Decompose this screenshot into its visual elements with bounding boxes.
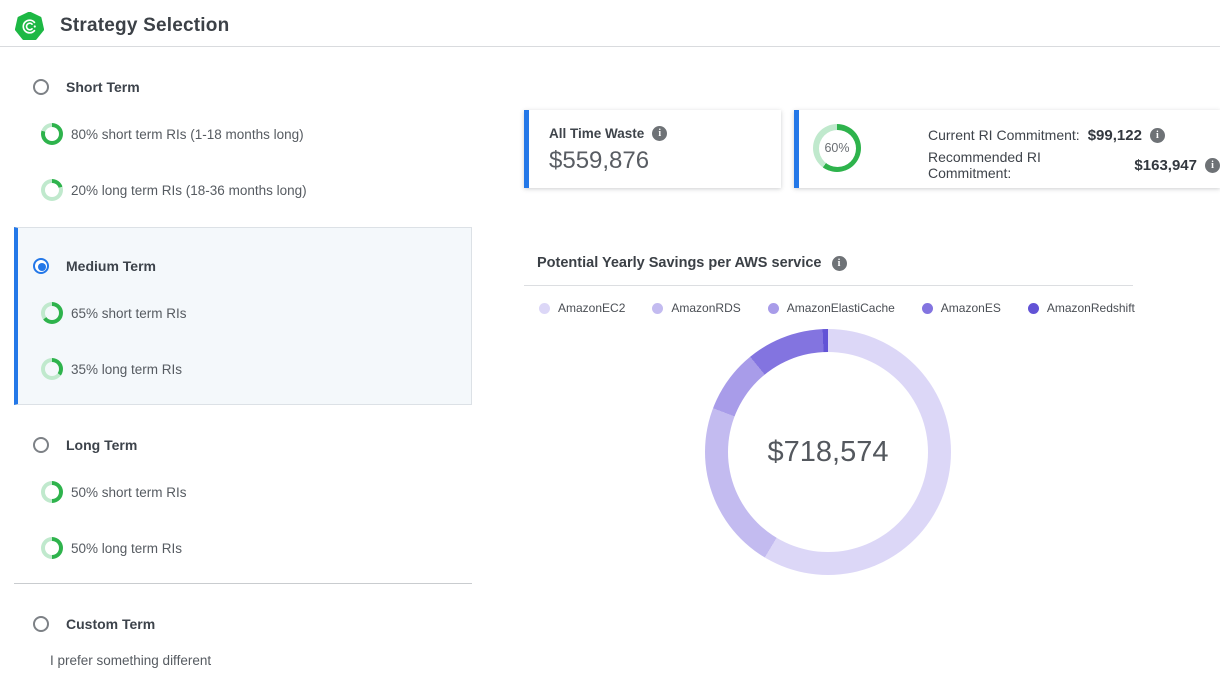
current-ri-value: $99,122 — [1088, 127, 1142, 144]
savings-donut-chart[interactable]: $718,574 — [705, 329, 951, 575]
commitment-percent-ring: 60% — [813, 124, 861, 172]
cloudcheckr-logo-icon — [15, 12, 44, 41]
legend-item[interactable]: AmazonRDS — [652, 301, 740, 315]
strategy-sub-item: 80% short term RIs (1-18 months long) — [41, 123, 304, 145]
strategy-sub-item: 65% short term RIs — [41, 302, 187, 324]
legend-label: AmazonElastiCache — [787, 301, 895, 315]
legend-dot-icon — [922, 303, 933, 314]
strategy-option-short-term[interactable]: Short Term — [33, 79, 140, 95]
all-time-waste-value: $559,876 — [549, 147, 649, 175]
strategy-option-medium-term-panel[interactable]: Medium Term 65% short term RIs 35% long … — [14, 227, 472, 405]
radio-medium-term[interactable] — [33, 258, 49, 274]
card-title: All Time Waste — [549, 126, 644, 141]
strategy-sub-item: 50% long term RIs — [41, 537, 182, 559]
strategy-label: Medium Term — [66, 258, 156, 274]
info-icon[interactable]: i — [1150, 128, 1165, 143]
chart-title: Potential Yearly Savings per AWS service — [537, 255, 822, 271]
radio-long-term[interactable] — [33, 437, 49, 453]
strategy-sub-item: 35% long term RIs — [41, 358, 182, 380]
ri-commitment-card: 60% Current RI Commitment: $99,122 i Rec… — [794, 110, 1220, 188]
radio-custom-term[interactable] — [33, 616, 49, 632]
recommended-ri-commitment-row: Recommended RI Commitment: $163,947 i — [928, 155, 1220, 175]
legend-label: AmazonRDS — [671, 301, 740, 315]
page-header: Strategy Selection — [0, 0, 1220, 47]
legend-item[interactable]: AmazonElastiCache — [768, 301, 895, 315]
sub-item-label: 35% long term RIs — [71, 362, 182, 377]
legend-label: AmazonRedshift — [1047, 301, 1135, 315]
strategy-selection-page: Strategy Selection Short Term 80% short … — [0, 0, 1220, 691]
info-icon[interactable]: i — [1205, 158, 1220, 173]
current-ri-commitment-row: Current RI Commitment: $99,122 i — [928, 125, 1165, 145]
strategy-sub-item: 20% long term RIs (18-36 months long) — [41, 179, 307, 201]
current-ri-label: Current RI Commitment: — [928, 127, 1080, 143]
legend-item[interactable]: AmazonES — [922, 301, 1001, 315]
section-divider — [14, 583, 472, 584]
all-time-waste-card: All Time Waste i $559,876 — [524, 110, 781, 188]
recommended-ri-value: $163,947 — [1134, 157, 1197, 174]
chart-legend: AmazonEC2 AmazonRDS AmazonElastiCache Amazo… — [539, 301, 1135, 315]
sub-item-label: 50% long term RIs — [71, 541, 182, 556]
strategy-sub-item: 50% short term RIs — [41, 481, 187, 503]
info-icon[interactable]: i — [652, 126, 667, 141]
strategy-option-medium-term[interactable]: Medium Term — [33, 258, 156, 274]
legend-dot-icon — [768, 303, 779, 314]
strategy-label: Custom Term — [66, 616, 155, 632]
strategy-label: Long Term — [66, 437, 137, 453]
percent-ring-icon — [41, 537, 63, 559]
percent-ring-icon — [41, 123, 63, 145]
legend-label: AmazonEC2 — [558, 301, 625, 315]
custom-term-description: I prefer something different — [50, 653, 211, 668]
percent-ring-icon — [41, 358, 63, 380]
sub-item-label: 80% short term RIs (1-18 months long) — [71, 127, 304, 142]
legend-dot-icon — [539, 303, 550, 314]
sub-item-label: 20% long term RIs (18-36 months long) — [71, 183, 307, 198]
percent-ring-icon — [41, 481, 63, 503]
percent-ring-icon — [41, 302, 63, 324]
strategy-option-long-term[interactable]: Long Term — [33, 437, 137, 453]
strategy-option-custom-term[interactable]: Custom Term — [33, 616, 155, 632]
recommended-ri-label: Recommended RI Commitment: — [928, 149, 1126, 181]
sub-item-label: 65% short term RIs — [71, 306, 187, 321]
donut-center-total: $718,574 — [768, 436, 889, 469]
legend-dot-icon — [1028, 303, 1039, 314]
legend-item[interactable]: AmazonEC2 — [539, 301, 625, 315]
page-title: Strategy Selection — [60, 15, 229, 37]
legend-dot-icon — [652, 303, 663, 314]
strategy-label: Short Term — [66, 79, 140, 95]
percent-ring-icon — [41, 179, 63, 201]
commitment-percent-label: 60% — [824, 141, 849, 155]
legend-label: AmazonES — [941, 301, 1001, 315]
sub-item-label: 50% short term RIs — [71, 485, 187, 500]
info-icon[interactable]: i — [832, 256, 847, 271]
legend-item[interactable]: AmazonRedshift — [1028, 301, 1135, 315]
chart-divider — [524, 285, 1133, 286]
radio-short-term[interactable] — [33, 79, 49, 95]
